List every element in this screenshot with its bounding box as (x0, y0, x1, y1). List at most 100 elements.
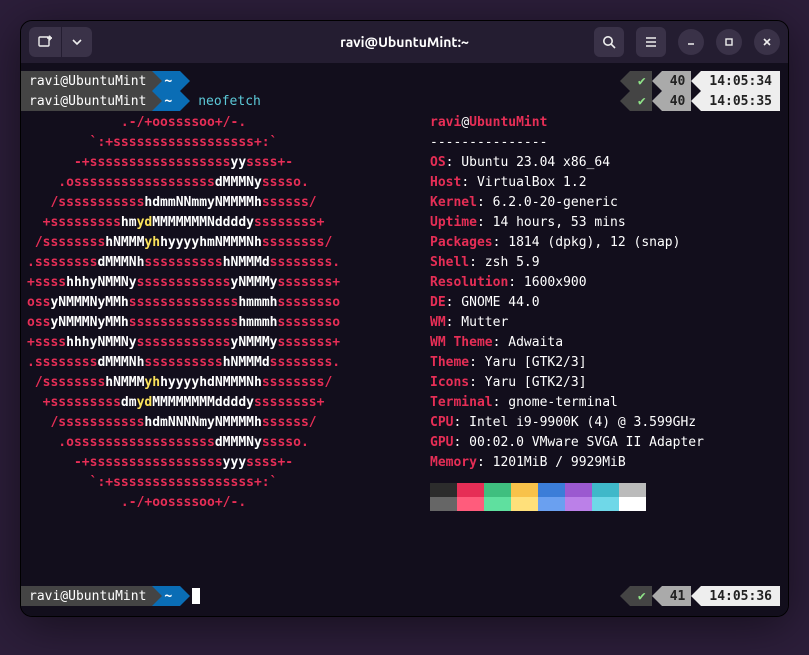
info-value: : GNOME 44.0 (446, 295, 540, 310)
rprompt-time: 14:05:34 (701, 71, 780, 91)
info-key: Uptime (430, 215, 477, 230)
terminal-window: ravi@UbuntuMint:~ ravi@UbuntuMint (20, 20, 789, 617)
prompt-arrow-icon (152, 586, 162, 606)
rprompt-number: 40 (662, 91, 692, 111)
rprompt-arrow-icon (620, 586, 630, 606)
info-key: OS (430, 155, 446, 170)
new-tab-group (29, 27, 92, 57)
color-swatch (457, 497, 484, 511)
color-swatch (592, 497, 619, 511)
prompt-command: neofetch (190, 92, 261, 111)
info-key: Terminal (430, 395, 493, 410)
color-swatch (619, 497, 646, 511)
titlebar-left (21, 27, 92, 57)
info-key: CPU (430, 415, 453, 430)
info-key: WM Theme (430, 335, 493, 350)
info-row: Icons: Yaru [GTK2/3] (430, 373, 788, 393)
menu-button[interactable] (636, 27, 666, 57)
ascii-line: `:+ssssssssssssssssss+:` (27, 133, 422, 153)
color-swatch (511, 483, 538, 497)
info-value: : Yaru [GTK2/3] (469, 355, 586, 370)
info-row: Packages: 1814 (dpkg), 12 (snap) (430, 233, 788, 253)
search-button[interactable] (594, 27, 624, 57)
color-swatches-row (430, 483, 788, 497)
maximize-button[interactable] (716, 29, 742, 55)
info-value: : Intel i9-9900K (4) @ 3.599GHz (453, 415, 696, 430)
info-row: Theme: Yaru [GTK2/3] (430, 353, 788, 373)
color-swatch (430, 497, 457, 511)
prompt-line-current[interactable]: ravi@UbuntuMint ~ ✔ 41 14:05:36 (21, 586, 788, 606)
color-swatches-row (430, 497, 788, 511)
info-key: Shell (430, 255, 469, 270)
ascii-line: .-/+oossssoo+/-. (27, 493, 422, 513)
color-swatch (484, 497, 511, 511)
rprompt-number: 41 (662, 586, 692, 606)
search-icon (602, 35, 616, 49)
cursor (192, 588, 200, 604)
info-value: : Mutter (446, 315, 509, 330)
info-row: Terminal: gnome-terminal (430, 393, 788, 413)
ascii-line: .ossssssssssssssssssdMMMNysssso. (27, 433, 422, 453)
ascii-line: +sssssssssdmydMMMMMMMMddddyssssssss+ (27, 393, 422, 413)
color-swatch (511, 497, 538, 511)
prompt-arrow-icon (152, 91, 162, 111)
prompt-user: ravi@UbuntuMint (21, 91, 152, 111)
info-row: WM: Mutter (430, 313, 788, 333)
info-key: Icons (430, 375, 469, 390)
info-value: : 1600x900 (508, 275, 586, 290)
prompt-line: ravi@UbuntuMint ~ ✔ 40 14:05:34 (21, 71, 788, 91)
info-row: Shell: zsh 5.9 (430, 253, 788, 273)
info-row: Host: VirtualBox 1.2 (430, 173, 788, 193)
rprompt-status: ✔ (630, 71, 652, 91)
info-row: Resolution: 1600x900 (430, 273, 788, 293)
ascii-line: ossyNMMMNyMMhsssssssssssssshmmmhssssssso (27, 313, 422, 333)
info-key: Theme (430, 355, 469, 370)
color-swatch (538, 483, 565, 497)
prompt-user: ravi@UbuntuMint (21, 71, 152, 91)
rprompt-arrow-icon (691, 91, 701, 111)
info-separator: --------------- (430, 133, 788, 153)
color-swatch (457, 483, 484, 497)
info-row: OS: Ubuntu 23.04 x86_64 (430, 153, 788, 173)
rprompt-time: 14:05:35 (701, 91, 780, 111)
ascii-line: +sssshhhyNMMNyssssssssssssyNMMMysssssss+ (27, 273, 422, 293)
close-button[interactable] (754, 29, 780, 55)
right-prompt: ✔ 40 14:05:35 (620, 91, 780, 111)
ascii-line: `:+ssssssssssssssssss+:` (27, 473, 422, 493)
minimize-button[interactable] (678, 29, 704, 55)
neofetch-output: .-/+oossssoo+/-. `:+ssssssssssssssssss+:… (21, 113, 788, 513)
prompt-line: ravi@UbuntuMint ~ neofetch ✔ 40 14:05:35 (21, 91, 788, 111)
info-value: : 1201MiB / 9929MiB (477, 455, 626, 470)
info-value: : 00:02.0 VMware SVGA II Adapter (453, 435, 703, 450)
terminal-body[interactable]: ravi@UbuntuMint ~ ✔ 40 14:05:34 ravi@Ubu… (21, 63, 788, 616)
titlebar-right (594, 27, 780, 57)
ascii-logo: .-/+oossssoo+/-. `:+ssssssssssssssssss+:… (21, 113, 422, 513)
ascii-line: /sssssssshNMMMyhhyyyyhdNMMMNhssssssss/ (27, 373, 422, 393)
close-icon (761, 36, 773, 48)
ascii-line: /sssssssshNMMMyhhyyyyhmNMMMNhssssssss/ (27, 233, 422, 253)
info-key: WM (430, 315, 446, 330)
info-key: Memory (430, 455, 477, 470)
rprompt-number: 40 (662, 71, 692, 91)
info-row: Memory: 1201MiB / 9929MiB (430, 453, 788, 473)
prompt-arrow-icon (180, 586, 190, 606)
ascii-line: .ssssssssdMMMNhsssssssssshNMMMdssssssss. (27, 353, 422, 373)
right-prompt: ✔ 41 14:05:36 (620, 586, 780, 606)
info-row: CPU: Intel i9-9900K (4) @ 3.599GHz (430, 413, 788, 433)
ascii-line: +sssshhhyNMMNyssssssssssssyNMMMysssssss+ (27, 333, 422, 353)
tab-menu-button[interactable] (62, 27, 92, 57)
info-value: : Adwaita (493, 335, 563, 350)
minimize-icon (685, 36, 697, 48)
chevron-down-icon (72, 37, 82, 47)
info-row: WM Theme: Adwaita (430, 333, 788, 353)
info-key: Kernel (430, 195, 477, 210)
prompt-user: ravi@UbuntuMint (21, 586, 152, 606)
hamburger-icon (644, 35, 658, 49)
new-tab-button[interactable] (29, 27, 62, 57)
ascii-line: /ssssssssssshdmmNNmmyNMMMMhssssss/ (27, 193, 422, 213)
color-swatch (484, 483, 511, 497)
info-key: Packages (430, 235, 493, 250)
new-tab-icon (37, 34, 53, 50)
rprompt-arrow-icon (652, 586, 662, 606)
color-swatch (538, 497, 565, 511)
